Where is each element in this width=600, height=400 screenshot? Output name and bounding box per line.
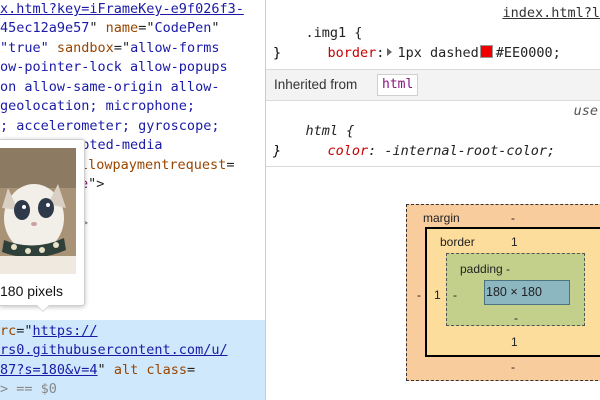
code-token: "> <box>88 176 105 192</box>
margin-bottom-value[interactable]: - <box>511 360 515 374</box>
elements-panel[interactable]: x.html?key=iFrameKey-e9f026f3- 45ec12a9e5… <box>0 0 265 400</box>
inherited-label: Inherited from <box>274 77 358 92</box>
property-value[interactable]: -internal-root-color; <box>384 143 555 159</box>
property-name[interactable]: color <box>328 143 369 159</box>
code-token: rs0.githubusercontent.com/u/ <box>0 342 228 358</box>
stylesheet-source-link[interactable]: index.html?l <box>502 5 600 21</box>
dom-code-line[interactable]: on allow-same-origin allow- <box>0 78 219 97</box>
code-token: on allow-same-origin allow- <box>0 79 220 95</box>
dom-code-line[interactable]: ; accelerometer; gyroscope; <box>0 117 219 136</box>
padding-bottom-value[interactable]: - <box>514 311 518 325</box>
code-token: name <box>105 20 139 36</box>
image-preview <box>0 148 76 274</box>
expand-triangle-icon[interactable] <box>387 48 393 56</box>
code-token: rc <box>0 323 17 339</box>
dom-code-line[interactable]: rs0.githubusercontent.com/u/ <box>0 341 228 360</box>
code-token: sandbox <box>56 40 114 56</box>
code-token: > == $0 <box>0 381 57 397</box>
dom-code-line[interactable]: ow-pointer-lock allow-popups <box>0 58 228 77</box>
dom-code-line[interactable]: rc="https:// <box>0 322 98 341</box>
dom-code-line[interactable]: 45ec12a9e57" name="CodePen" <box>0 19 220 38</box>
border-bottom-value[interactable]: 1 <box>511 335 518 349</box>
code-token: https:// <box>32 323 98 339</box>
code-token: ; accelerometer; gyroscope; <box>0 118 220 134</box>
code-token: " <box>97 362 114 378</box>
code-token: " <box>89 20 106 36</box>
code-token: =" <box>113 40 131 56</box>
dom-code-line[interactable]: "true" sandbox="allow-forms <box>0 39 219 58</box>
code-token: "true" <box>0 40 57 56</box>
border-left-value[interactable]: 1 <box>434 288 441 302</box>
code-token: llowpaymentrequest <box>80 157 227 173</box>
padding-label: padding - <box>460 262 511 276</box>
code-token: geolocation; microphone; <box>0 98 196 114</box>
code-token: ow-pointer-lock allow-popups <box>0 59 228 75</box>
border-label: border <box>440 235 475 249</box>
content-size[interactable]: 180 × 180 <box>486 285 542 299</box>
code-token: 45ec12a9e57 <box>0 20 90 36</box>
color-value[interactable]: #EE0000 <box>496 45 553 61</box>
dom-code-line[interactable]: > == $0 <box>0 380 57 399</box>
dom-code-line[interactable]: 87?s=180&v=4" alt class= <box>0 361 195 380</box>
rule-close-brace: } <box>273 45 282 61</box>
border-top-value[interactable]: 1 <box>511 235 518 249</box>
color-swatch[interactable] <box>479 45 493 58</box>
property-name[interactable]: border <box>328 45 377 61</box>
dom-code-line[interactable]: llowpaymentrequest= <box>80 156 234 175</box>
margin-top-value[interactable]: - <box>511 211 515 225</box>
code-token: x.html?key=iFrameKey-e9f026f3- <box>0 1 244 17</box>
code-token: allow-forms <box>130 40 220 56</box>
code-token: = <box>186 362 196 378</box>
code-token: =" <box>138 20 155 36</box>
dom-code-line[interactable]: geolocation; microphone; <box>0 97 195 116</box>
tooltip-arrow <box>36 304 50 311</box>
property-value[interactable]: 1px dashed <box>397 45 478 61</box>
code-token: = <box>226 157 235 173</box>
padding-left-value[interactable]: - <box>453 288 457 302</box>
inherited-element-tag[interactable]: html <box>377 74 419 96</box>
margin-left-value[interactable]: - <box>417 288 421 302</box>
box-model-diagram: margin - - - border 1 1 1 padding - - - … <box>266 166 600 400</box>
user-agent-source: use <box>573 103 598 119</box>
kitten-photo <box>0 148 76 274</box>
image-dimensions-caption: 180 pixels <box>0 283 64 299</box>
code-token: " <box>211 20 220 36</box>
code-token: CodePen <box>154 20 212 36</box>
margin-label: margin <box>423 211 460 225</box>
code-token: =" <box>16 323 33 339</box>
rule-close-brace: } <box>273 143 282 159</box>
inherited-section-header: Inherited from html <box>266 69 600 101</box>
dom-code-line[interactable]: x.html?key=iFrameKey-e9f026f3- <box>0 0 244 19</box>
code-token: 87?s=180&v=4 <box>0 362 98 378</box>
styles-panel[interactable]: .img1 { index.html?l border: 1px dashed #E… <box>266 0 600 400</box>
code-token: alt class <box>113 362 187 378</box>
image-preview-tooltip: 180 pixels <box>0 139 85 306</box>
